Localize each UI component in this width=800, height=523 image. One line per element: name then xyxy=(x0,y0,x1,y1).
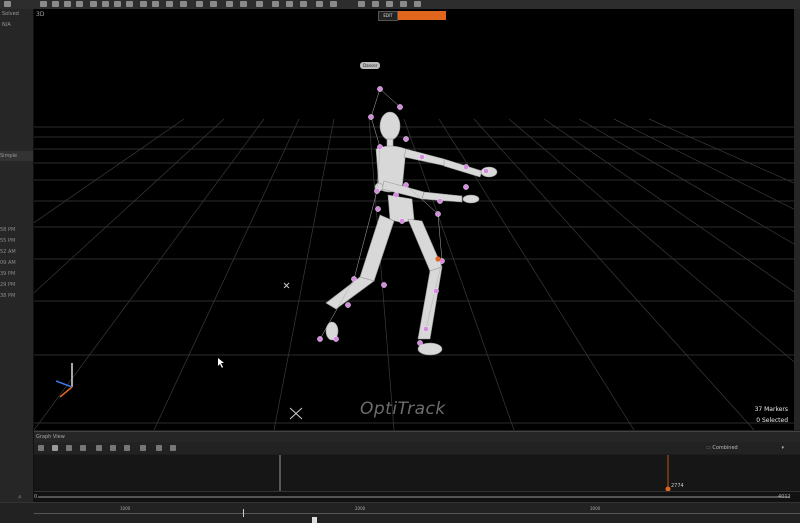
chevron-down-icon: ▾ xyxy=(781,445,784,451)
graph-area[interactable]: 2774 xyxy=(34,455,800,491)
filter-icon[interactable] xyxy=(80,445,86,451)
devices-icon[interactable] xyxy=(400,1,407,7)
graph-icon[interactable] xyxy=(226,1,233,7)
status-value: N/A xyxy=(2,22,11,28)
start-frame: 0 xyxy=(34,494,38,500)
playhead-frame: 2774 xyxy=(671,483,684,489)
pen-icon[interactable] xyxy=(124,445,130,451)
graph-mode-label: Combined xyxy=(712,445,738,451)
timeline-track[interactable] xyxy=(38,496,790,498)
ruler-baseline xyxy=(34,513,800,514)
selected-marker[interactable] xyxy=(435,256,441,262)
rotate-icon[interactable] xyxy=(114,1,121,7)
list-icon[interactable] xyxy=(38,445,44,451)
assets-icon[interactable] xyxy=(272,1,279,7)
selected-count: 0 Selected xyxy=(756,417,788,424)
graph-view-title: Graph View xyxy=(36,434,65,440)
list-item[interactable]: 39 PM xyxy=(0,271,15,277)
3d-viewport[interactable]: 3D EDIT Dancer OptiTrack 37 Markers 0 Se… xyxy=(34,9,794,430)
save-icon[interactable] xyxy=(52,1,59,7)
skeleton-figure[interactable] xyxy=(325,111,498,356)
graph-canvas xyxy=(279,455,671,491)
ground-grid xyxy=(34,86,794,430)
playhead-handle[interactable] xyxy=(312,517,317,523)
right-scrollbar[interactable] xyxy=(794,9,800,430)
camera-icon[interactable] xyxy=(64,1,71,7)
end-frame: 4012 xyxy=(778,494,791,500)
list-item[interactable]: 38 PM xyxy=(0,293,15,299)
markers-count: 37 Markers xyxy=(754,406,788,413)
zoom-icon[interactable] xyxy=(66,445,72,451)
zoom-icon[interactable] xyxy=(90,1,97,7)
log-icon[interactable] xyxy=(300,1,307,7)
list-item[interactable]: 29 PM xyxy=(0,282,15,288)
settings-icon[interactable] xyxy=(180,1,187,7)
calibration-icon[interactable] xyxy=(386,1,393,7)
list-item[interactable]: 09 AM xyxy=(0,260,16,266)
ruler-tick-label: 2000 xyxy=(355,506,366,511)
section-label: Simple xyxy=(0,153,18,159)
eye-icon[interactable] xyxy=(358,1,365,7)
timeline-icon[interactable] xyxy=(240,1,247,7)
data-icon[interactable] xyxy=(286,1,293,7)
layout-icon[interactable] xyxy=(210,1,217,7)
ruler-marker xyxy=(243,509,244,517)
left-panel: Solved N/A Simple 58 PM 55 PM 52 AM 09 A… xyxy=(0,9,34,502)
mouse-cursor xyxy=(218,358,224,368)
body-icon[interactable] xyxy=(156,445,162,451)
menu-icon[interactable] xyxy=(4,1,11,7)
folder-icon[interactable] xyxy=(76,1,83,7)
search-icon[interactable]: ⌕ xyxy=(18,493,22,502)
properties-icon[interactable] xyxy=(256,1,263,7)
solved-label: Solved xyxy=(2,11,19,17)
rigidbody-icon[interactable] xyxy=(152,1,159,7)
sync-icon[interactable] xyxy=(330,1,337,7)
select-icon[interactable] xyxy=(126,1,133,7)
stream-icon[interactable] xyxy=(316,1,323,7)
record-button[interactable] xyxy=(398,11,446,20)
graph-toolbar: ▭ Combined ▾ xyxy=(34,442,800,454)
view-icon[interactable] xyxy=(372,1,379,7)
asset-label[interactable]: Dancer xyxy=(360,62,381,69)
optitrack-logo: OptiTrack xyxy=(360,399,446,419)
frame-ruler[interactable]: 1000 2000 3000 xyxy=(0,502,800,523)
edit-button[interactable]: EDIT xyxy=(378,11,398,21)
export-icon[interactable] xyxy=(170,445,176,451)
marker-icon[interactable] xyxy=(140,1,147,7)
pan-icon[interactable] xyxy=(102,1,109,7)
ruler-tick-label: 1000 xyxy=(120,506,131,511)
list-item[interactable]: 52 AM xyxy=(0,249,16,255)
section-header[interactable]: Simple xyxy=(0,151,33,161)
fill-icon[interactable] xyxy=(110,445,116,451)
grid-icon[interactable] xyxy=(196,1,203,7)
axis-gizmo xyxy=(55,363,73,398)
fit-icon[interactable] xyxy=(52,445,58,451)
delete-icon[interactable] xyxy=(96,445,102,451)
list-item[interactable]: 55 PM xyxy=(0,238,15,244)
ruler-tick-label: 3000 xyxy=(590,506,601,511)
graph-mode-dropdown[interactable]: ▭ Combined ▾ xyxy=(706,444,786,452)
graph-view-header: Graph View xyxy=(34,431,800,442)
open-file-icon[interactable] xyxy=(40,1,47,7)
user-icon[interactable] xyxy=(414,1,421,7)
skeleton-icon[interactable] xyxy=(140,445,146,451)
view-mode-label[interactable]: 3D xyxy=(36,11,44,18)
skeleton-icon[interactable] xyxy=(166,1,173,7)
list-item[interactable]: 58 PM xyxy=(0,227,15,233)
